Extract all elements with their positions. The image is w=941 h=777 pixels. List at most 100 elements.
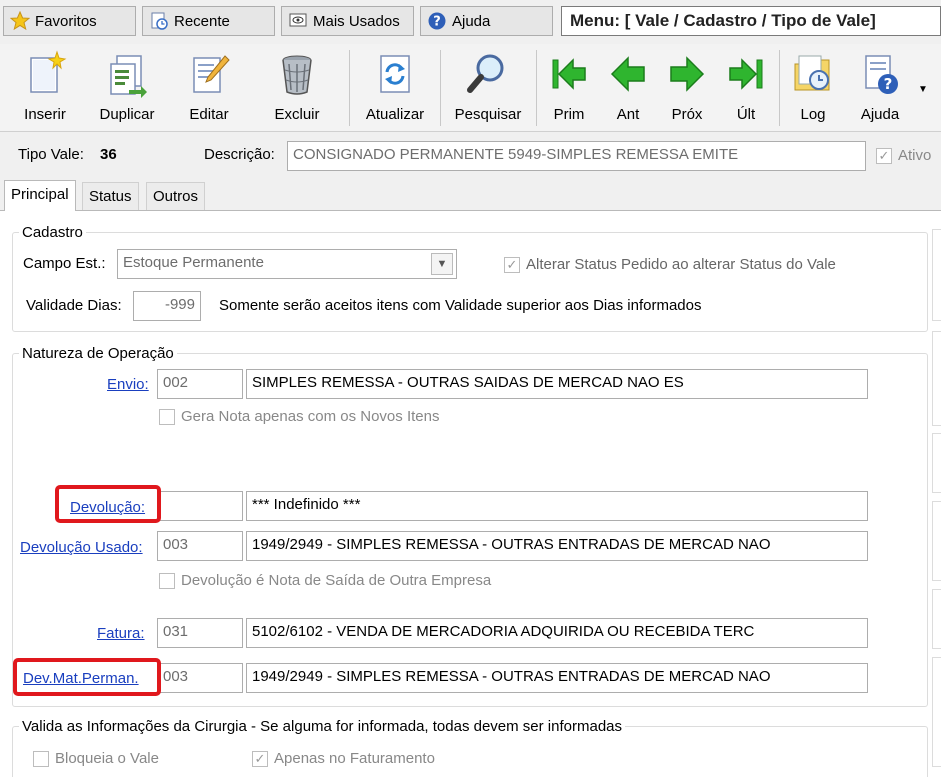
tipo-vale-value: 36 [100, 146, 117, 163]
fatura-link[interactable]: Fatura: [97, 625, 145, 642]
duplicar-label: Duplicar [99, 106, 155, 123]
top-bar: Favoritos Recente Mais Usados ? Ajuda Me… [0, 0, 941, 44]
right-panel-edge [932, 229, 941, 321]
help-icon: ? [427, 11, 447, 31]
tab-principal[interactable]: Principal [4, 180, 76, 211]
chevron-down-icon[interactable]: ▼ [431, 253, 453, 275]
alterar-status-checkbox[interactable]: ✓ Alterar Status Pedido ao alterar Statu… [504, 256, 836, 273]
bloqueia-label: Bloqueia o Vale [55, 750, 159, 767]
devolucao-code-field[interactable] [157, 491, 243, 521]
campo-est-select[interactable]: Estoque Permanente ▼ [117, 249, 457, 279]
campo-est-value: Estoque Permanente [123, 254, 264, 271]
check-icon: ✓ [504, 256, 520, 273]
alterar-status-label: Alterar Status Pedido ao alterar Status … [526, 256, 836, 273]
previous-record-icon [610, 56, 645, 92]
gera-nota-label: Gera Nota apenas com os Novos Itens [181, 408, 440, 425]
edit-icon [193, 55, 230, 93]
svg-text:?: ? [433, 15, 441, 30]
atualizar-button[interactable]: Atualizar [355, 44, 435, 132]
search-icon [467, 54, 504, 93]
first-record-icon [552, 58, 586, 90]
dev-mat-perman-code-field[interactable]: 003 [157, 663, 243, 693]
highlight-box-devolucao [55, 485, 161, 523]
bloqueia-checkbox[interactable]: Bloqueia o Vale [33, 750, 159, 767]
recente-label: Recente [174, 12, 230, 30]
devolucao-usado-code-field[interactable]: 003 [157, 531, 243, 561]
tipo-vale-label: Tipo Vale: [18, 146, 84, 163]
log-label: Log [800, 106, 826, 123]
descricao-field[interactable]: CONSIGNADO PERMANENTE 5949-SIMPLES REMES… [287, 141, 866, 171]
ult-label: Últ [736, 106, 756, 123]
tab-status[interactable]: Status [82, 182, 139, 210]
gera-nota-checkbox[interactable]: Gera Nota apenas com os Novos Itens [159, 408, 439, 425]
duplicar-button[interactable]: Duplicar [88, 44, 166, 132]
inserir-label: Inserir [24, 106, 66, 123]
check-icon: ✓ [252, 750, 268, 767]
checkbox-empty [33, 750, 49, 767]
svg-text:?: ? [884, 75, 893, 93]
trash-icon [282, 55, 312, 95]
next-record-icon [670, 56, 705, 92]
ativo-checkbox[interactable]: ✓ Ativo [876, 147, 931, 164]
mais-usados-button[interactable]: Mais Usados [281, 6, 414, 36]
devolucao-nota-label: Devolução é Nota de Saída de Outra Empre… [181, 572, 492, 589]
ant-button[interactable]: Ant [599, 44, 657, 132]
devolucao-usado-desc-field: 1949/2949 - SIMPLES REMESSA - OUTRAS ENT… [246, 531, 868, 561]
favoritos-button[interactable]: Favoritos [3, 6, 136, 36]
editar-label: Editar [189, 106, 229, 123]
excluir-button[interactable]: Excluir [258, 44, 336, 132]
right-panel-edge [932, 657, 941, 767]
prim-label: Prim [553, 106, 585, 123]
dev-mat-perman-desc-field: 1949/2949 - SIMPLES REMESSA - OUTRAS ENT… [246, 663, 868, 693]
favoritos-label: Favoritos [35, 12, 97, 30]
ajuda-top-button[interactable]: ? Ajuda [420, 6, 553, 36]
fatura-code-field[interactable]: 031 [157, 618, 243, 648]
cadastro-legend: Cadastro [22, 224, 83, 241]
right-panel-edge [932, 589, 941, 649]
checkbox-empty [159, 572, 175, 589]
ult-button[interactable]: Últ [717, 44, 775, 132]
apenas-faturamento-checkbox[interactable]: ✓ Apenas no Faturamento [252, 750, 435, 767]
ajuda-button[interactable]: ? Ajuda [847, 44, 913, 132]
ajuda-label: Ajuda [860, 106, 900, 123]
menu-title: Menu: [ Vale / Cadastro / Tipo de Vale] [561, 6, 941, 36]
highlight-box-dev-mat-perman [13, 658, 161, 696]
validade-field[interactable]: -999 [133, 291, 201, 321]
principal-panel: Cadastro Campo Est.: Estoque Permanente … [0, 210, 941, 777]
envio-code-field[interactable]: 002 [157, 369, 243, 399]
duplicate-icon [110, 55, 147, 98]
toolbar-separator [536, 50, 537, 126]
inserir-button[interactable]: Inserir [6, 44, 84, 132]
record-header: Tipo Vale: 36 Descrição: CONSIGNADO PERM… [0, 132, 941, 180]
recente-button[interactable]: Recente [142, 6, 275, 36]
editar-button[interactable]: Editar [170, 44, 248, 132]
envio-link[interactable]: Envio: [107, 376, 149, 393]
prox-label: Próx [671, 106, 703, 123]
log-button[interactable]: Log [783, 44, 843, 132]
tab-outros[interactable]: Outros [146, 182, 206, 210]
pesquisar-label: Pesquisar [454, 106, 522, 123]
natureza-group: Natureza de Operação [12, 345, 928, 707]
star-icon [10, 11, 30, 31]
prim-button[interactable]: Prim [540, 44, 598, 132]
check-icon: ✓ [876, 147, 892, 164]
fatura-desc-field: 5102/6102 - VENDA DE MERCADORIA ADQUIRID… [246, 618, 868, 648]
devolucao-usado-link[interactable]: Devolução Usado: [20, 539, 143, 556]
excluir-label: Excluir [274, 106, 320, 123]
apenas-faturamento-label: Apenas no Faturamento [274, 750, 435, 767]
toolbar: Inserir Duplicar Editar Excluir Atualiza… [0, 44, 941, 132]
pesquisar-button[interactable]: Pesquisar [446, 44, 530, 132]
devolucao-nota-checkbox[interactable]: Devolução é Nota de Saída de Outra Empre… [159, 572, 491, 589]
log-folder-icon [794, 55, 830, 91]
right-panel-edge [932, 331, 941, 426]
more-dropdown-icon[interactable]: ▼ [918, 84, 928, 95]
natureza-legend: Natureza de Operação [22, 345, 174, 362]
new-document-icon [30, 50, 67, 93]
atualizar-label: Atualizar [365, 106, 425, 123]
right-panel-edge [932, 501, 941, 581]
right-panel-edge [932, 433, 941, 493]
prox-button[interactable]: Próx [658, 44, 716, 132]
ativo-label: Ativo [898, 147, 932, 164]
help-document-icon: ? [865, 55, 898, 94]
campo-est-label: Campo Est.: [23, 255, 106, 272]
